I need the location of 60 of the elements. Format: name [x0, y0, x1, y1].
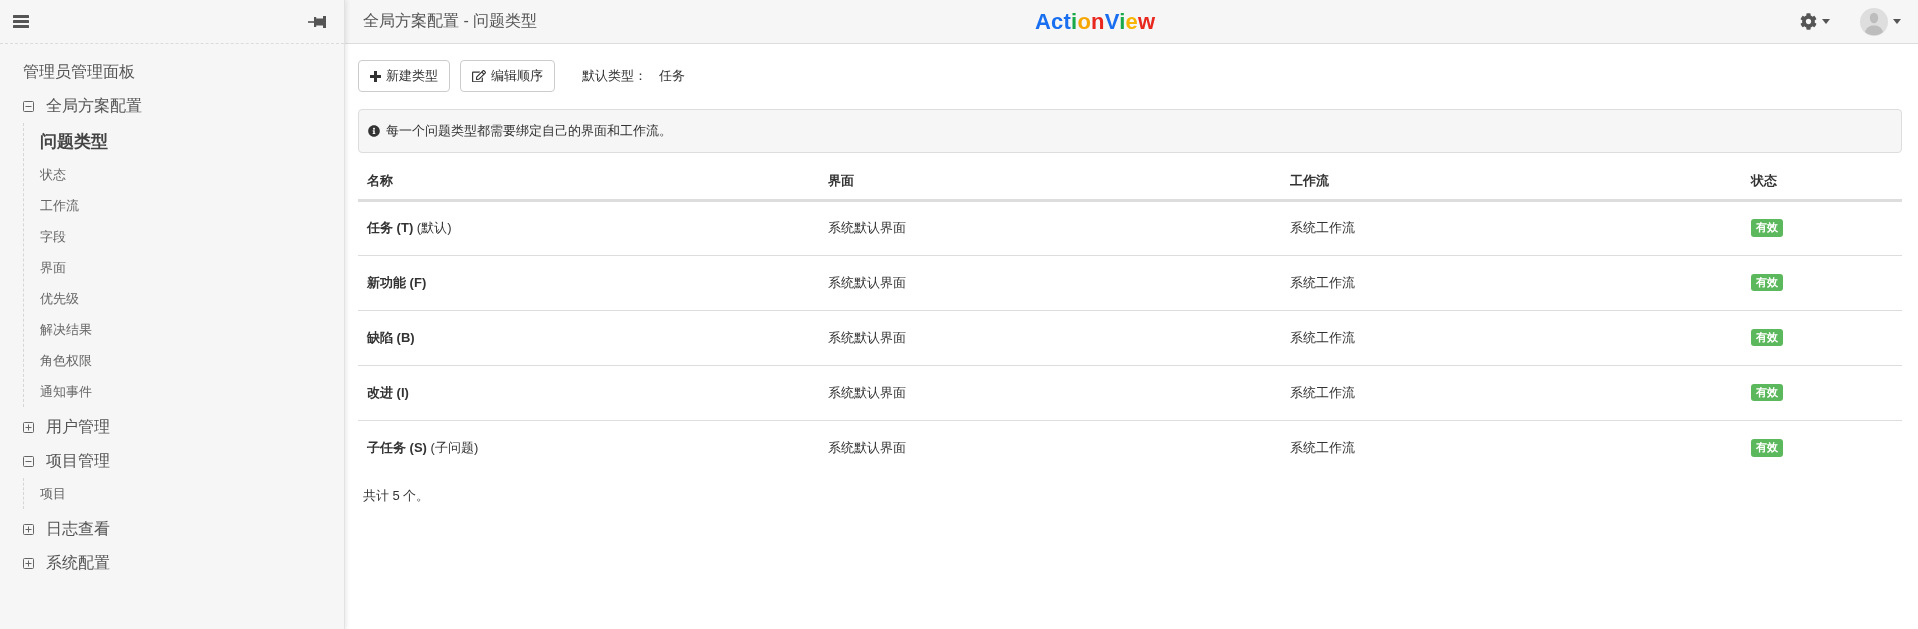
- status-badge: 有效: [1751, 438, 1783, 457]
- sidebar-group[interactable]: 项目管理: [0, 444, 110, 478]
- workflow-name: 系统工作流: [1290, 220, 1355, 235]
- sidebar-item[interactable]: 解决结果: [40, 314, 92, 345]
- default-type-value: 任务: [659, 67, 685, 85]
- screen-name: 系统默认界面: [828, 329, 906, 345]
- caret-icon: [1893, 19, 1901, 24]
- workflow-name: 系统工作流: [1290, 439, 1355, 455]
- default-type-label: 默认类型：: [582, 67, 647, 85]
- column-header: 工作流: [1290, 172, 1329, 188]
- status-badge: 有效: [1751, 328, 1783, 347]
- sidebar-item[interactable]: 界面: [40, 252, 66, 283]
- workflow-name: 系统工作流: [1290, 329, 1355, 345]
- settings-icon: [1800, 13, 1817, 30]
- avatar-icon: [1860, 7, 1888, 36]
- plus-icon: [370, 70, 381, 82]
- info-text: 每一个问题类型都需要绑定自己的界面和工作流。: [386, 122, 672, 140]
- sidebar-item[interactable]: 工作流: [40, 190, 79, 221]
- logo: ActionView: [1035, 8, 1156, 35]
- pin-icon: [308, 15, 326, 28]
- sidebar-group[interactable]: 日志查看: [0, 512, 110, 546]
- caret-icon: [1822, 19, 1830, 24]
- workflow-name: 系统工作流: [1290, 274, 1355, 290]
- status-badge: 有效: [1751, 383, 1783, 402]
- screen-name: 系统默认界面: [828, 274, 906, 290]
- menu-icon: [13, 15, 29, 28]
- sidebar-item[interactable]: 优先级: [40, 283, 79, 314]
- sidebar-item[interactable]: 角色权限: [40, 345, 92, 376]
- total-count: 共计 5 个。: [362, 487, 431, 505]
- screen-name: 系统默认界面: [828, 384, 906, 400]
- sidebar-title: 管理员管理面板: [22, 61, 136, 82]
- type-name: 任务 (T) (默认): [367, 220, 452, 235]
- type-name: 缺陷 (B): [367, 329, 415, 345]
- info-icon: [368, 125, 380, 137]
- column-header: 名称: [367, 172, 393, 188]
- type-name: 子任务 (S) (子问题): [367, 439, 479, 455]
- sidebar-group[interactable]: 全局方案配置: [0, 89, 142, 123]
- status-badge: 有效: [1751, 219, 1783, 237]
- menu-button[interactable]: [13, 15, 29, 28]
- sidebar-item[interactable]: 状态: [40, 159, 66, 190]
- sidebar-item[interactable]: 项目: [40, 478, 66, 509]
- pin-button[interactable]: [308, 15, 326, 28]
- status-badge: 有效: [1751, 273, 1783, 292]
- workflow-name: 系统工作流: [1290, 384, 1355, 400]
- sidebar-item[interactable]: 通知事件: [40, 376, 92, 407]
- sidebar-group[interactable]: 用户管理: [0, 410, 110, 444]
- column-header: 状态: [1751, 172, 1777, 188]
- column-header: 界面: [828, 172, 854, 188]
- screen-name: 系统默认界面: [828, 439, 906, 455]
- edit-order-button[interactable]: 编辑顺序: [460, 60, 555, 92]
- edit-icon: [472, 69, 486, 83]
- settings-menu-button[interactable]: [1800, 13, 1830, 30]
- page-title: 全局方案配置 - 问题类型: [363, 11, 539, 31]
- type-name: 新功能 (F): [367, 274, 427, 290]
- type-name: 改进 (I): [367, 384, 409, 400]
- screen-name: 系统默认界面: [828, 220, 906, 235]
- sidebar-item[interactable]: 问题类型: [40, 123, 108, 159]
- sidebar-group[interactable]: 系统配置: [0, 546, 110, 580]
- new-type-button[interactable]: 新建类型: [358, 60, 450, 92]
- sidebar-item[interactable]: 字段: [40, 221, 66, 252]
